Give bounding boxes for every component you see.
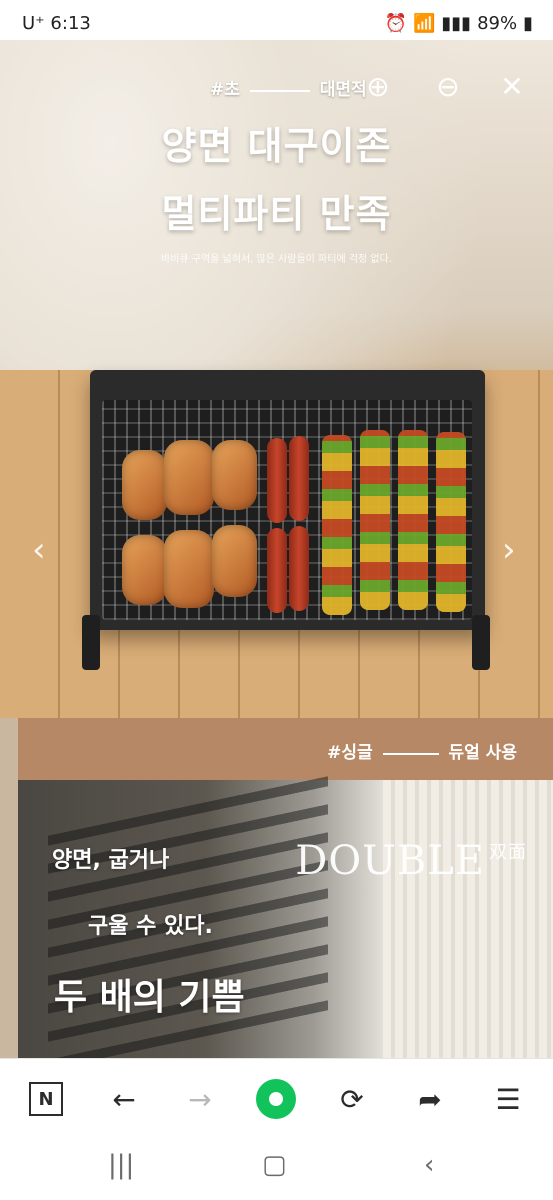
home-green-button[interactable]: [254, 1077, 298, 1121]
home-green-icon: [256, 1079, 296, 1119]
hashtag-blank: [249, 90, 310, 92]
back-icon: ‹: [424, 1150, 435, 1180]
refresh-icon: ⟳: [340, 1082, 364, 1116]
section1-title-line2: 멀티파티 만족: [161, 192, 392, 236]
kebab: [360, 430, 390, 610]
chicken-piece: [122, 450, 167, 520]
section1-title-line1: 양면 대구이존: [161, 124, 392, 168]
section2-line2: 구울 수 있다.: [88, 914, 213, 939]
next-image-button[interactable]: ›: [502, 530, 516, 570]
grill: [90, 370, 485, 630]
brand-cjk: 双面: [489, 842, 527, 863]
section1-subtitle: 바비큐 구역을 넓혀서, 많은 사람들이 파티에 걱정 없다.: [160, 254, 392, 265]
grill-grate: [102, 400, 472, 620]
chevron-left-icon: ‹: [32, 530, 46, 570]
recent-apps-icon: |||: [108, 1150, 135, 1180]
sausage: [267, 438, 287, 523]
forward-icon: →: [188, 1082, 212, 1116]
naver-button[interactable]: N: [24, 1077, 68, 1121]
forward-button[interactable]: →: [178, 1077, 222, 1121]
section2-line1: 양면, 굽거나: [52, 848, 170, 873]
signal-icon: ▮▮▮: [441, 13, 472, 34]
section2-hashtag-prefix: #싱글: [327, 743, 373, 763]
battery-icon: ▮: [523, 13, 533, 34]
status-left: U⁺ 6:13: [22, 13, 91, 34]
prev-image-button[interactable]: ‹: [32, 530, 46, 570]
section2-hashtag: #싱글 듀얼 사용: [327, 738, 517, 763]
brand-text: DOUBLE: [295, 838, 485, 884]
battery-percent: 89%: [477, 13, 518, 34]
kebab: [436, 432, 466, 612]
chevron-right-icon: ›: [502, 530, 516, 570]
lifestyle-photo: DOUBLE 双面 양면, 굽거나 구울 수 있다. 두 배의 기쁨: [18, 770, 553, 1058]
menu-button[interactable]: ☰: [486, 1077, 530, 1121]
kebab: [398, 430, 428, 610]
time: 6:13: [50, 13, 91, 34]
chicken-piece: [212, 440, 257, 510]
status-right: ⏰ 📶 ▮▮▮ 89% ▮: [385, 13, 533, 34]
home-icon: ▢: [262, 1150, 287, 1180]
back-button[interactable]: ←: [102, 1077, 146, 1121]
section2-hashtag-suffix: 듀얼 사용: [448, 743, 517, 763]
kebab: [322, 435, 352, 615]
section2-band: #싱글 듀얼 사용: [18, 718, 553, 780]
N-logo-icon: N: [29, 1082, 63, 1116]
section1-hashtag-prefix: #초: [210, 80, 240, 100]
home-button[interactable]: ▢: [262, 1150, 287, 1180]
sausage: [267, 528, 287, 613]
back-icon: ←: [112, 1082, 136, 1116]
hashtag-blank: [382, 753, 439, 755]
close-icon: ✕: [500, 69, 524, 103]
section1-hashtag: #초 대면적: [210, 75, 367, 100]
wifi-icon: 📶: [412, 13, 436, 34]
close-button[interactable]: ✕: [492, 66, 532, 106]
alarm-icon: ⏰: [384, 13, 407, 34]
sausage: [289, 436, 309, 521]
chicken-piece: [212, 525, 257, 597]
carrier: U⁺: [22, 13, 45, 34]
zoom-in-icon: ⊕: [366, 69, 390, 103]
image-viewer[interactable]: #초 대면적 양면 대구이존 멀티파티 만족 바비큐 구역을 넓혀서, 많은 사…: [0, 40, 553, 1058]
system-nav-bar: ||| ▢ ‹: [0, 1136, 553, 1200]
zoom-out-button[interactable]: ⊖: [428, 66, 468, 106]
bbq-photo: #초 대면적 양면 대구이존 멀티파티 만족 바비큐 구역을 넓혀서, 많은 사…: [0, 40, 553, 718]
zoom-in-button[interactable]: ⊕: [358, 66, 398, 106]
chicken-piece: [164, 530, 214, 608]
system-back-button[interactable]: ‹: [424, 1150, 434, 1180]
recent-apps-button[interactable]: |||: [108, 1150, 134, 1180]
share-button[interactable]: ➦: [408, 1077, 452, 1121]
grill-leg: [472, 615, 490, 670]
brand-mark: DOUBLE 双面: [295, 838, 527, 884]
browser-toolbar: N ← → ⟳ ➦ ☰: [0, 1058, 553, 1137]
chicken-piece: [164, 440, 214, 515]
chicken-piece: [122, 535, 167, 605]
menu-icon: ☰: [495, 1082, 521, 1116]
share-icon: ➦: [418, 1082, 442, 1116]
refresh-button[interactable]: ⟳: [330, 1077, 374, 1121]
sausage: [289, 526, 309, 611]
section2-line3: 두 배의 기쁨: [54, 977, 245, 1018]
zoom-out-icon: ⊖: [436, 69, 460, 103]
person: [383, 780, 553, 1058]
grill-leg: [82, 615, 100, 670]
